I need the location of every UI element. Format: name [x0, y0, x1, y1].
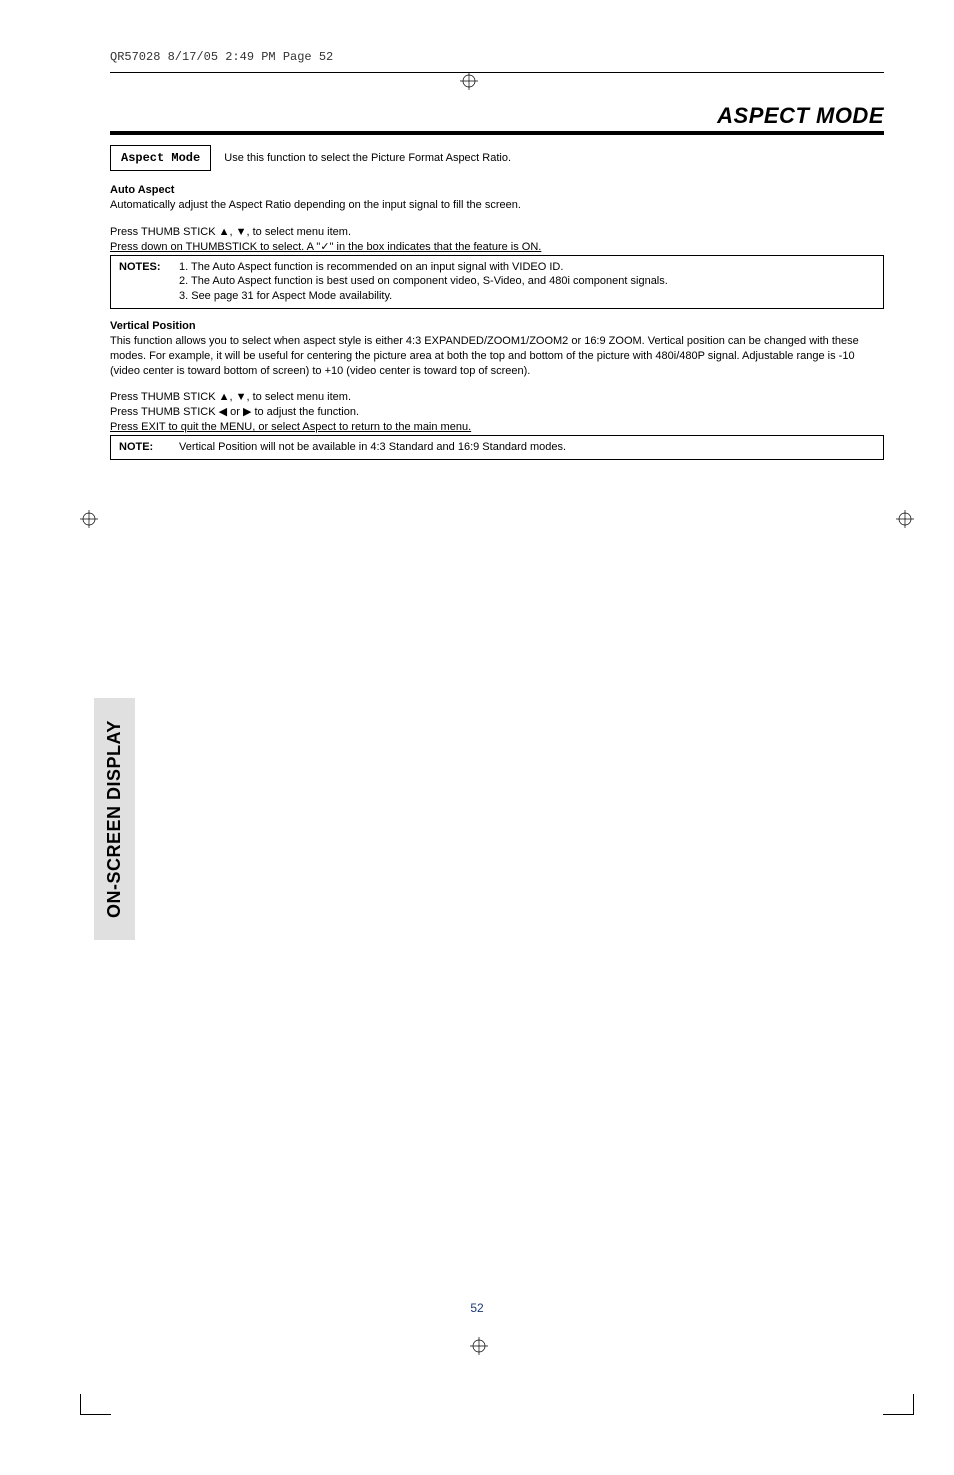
vertical-position-body: This function allows you to select when … — [110, 334, 884, 379]
vertical-position-note-label: NOTE: — [119, 440, 174, 455]
auto-aspect-note-3: 3. See page 31 for Aspect Mode availabil… — [179, 289, 875, 304]
auto-aspect-heading: Auto Aspect — [110, 183, 884, 198]
auto-aspect-note-1: 1. The Auto Aspect function is recommend… — [179, 260, 875, 275]
auto-aspect-note-2: 2. The Auto Aspect function is best used… — [179, 274, 875, 289]
registration-mark-top-icon — [460, 72, 478, 90]
crop-corner-right-icon — [883, 1394, 914, 1415]
vertical-position-line3: Press THUMB STICK ◀ or ▶ to adjust the f… — [110, 405, 884, 420]
vertical-position-note-body: Vertical Position will not be available … — [179, 441, 566, 453]
vertical-position-note-box: NOTE: Vertical Position will not be avai… — [110, 435, 884, 460]
page-title: ASPECT MODE — [717, 103, 884, 128]
auto-aspect-line3: Press down on THUMBSTICK to select. A "✓… — [110, 240, 884, 255]
aspect-mode-description: Use this function to select the Picture … — [224, 151, 511, 166]
registration-mark-left-icon — [80, 510, 98, 528]
registration-mark-bottom-icon — [470, 1337, 488, 1355]
auto-aspect-notes-box: NOTES: 1. The Auto Aspect function is re… — [110, 255, 884, 310]
aspect-mode-row: Aspect Mode Use this function to select … — [110, 145, 884, 171]
crop-corner-left-icon — [80, 1394, 111, 1415]
vertical-position-heading: Vertical Position — [110, 319, 884, 334]
print-header-line: QR57028 8/17/05 2:49 PM Page 52 — [110, 50, 884, 64]
vertical-position-line4: Press EXIT to quit the MENU, or select A… — [110, 420, 884, 435]
auto-aspect-line2: Press THUMB STICK ▲, ▼, to select menu i… — [110, 225, 884, 240]
registration-mark-right-icon — [896, 510, 914, 528]
header-rule — [110, 72, 884, 73]
auto-aspect-line1: Automatically adjust the Aspect Ratio de… — [110, 198, 884, 213]
vertical-position-line2: Press THUMB STICK ▲, ▼, to select menu i… — [110, 390, 884, 405]
auto-aspect-notes-label: NOTES: — [119, 260, 174, 275]
page-number: 52 — [0, 1301, 954, 1315]
aspect-mode-label-box: Aspect Mode — [110, 145, 211, 171]
title-bar: ASPECT MODE — [110, 103, 884, 135]
side-tab: ON-SCREEN DISPLAY — [94, 698, 135, 940]
